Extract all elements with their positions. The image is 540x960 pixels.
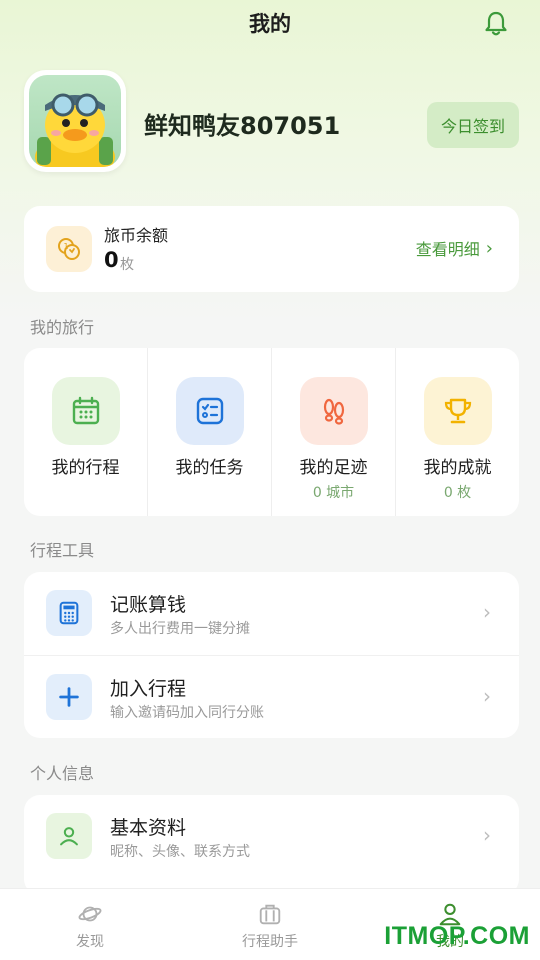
chevron-right-icon: › <box>483 684 491 708</box>
calendar-icon <box>51 377 120 445</box>
travel-item-label: 我的成就 <box>423 458 492 478</box>
tab-trip-assistant[interactable]: 行程助手 <box>180 889 360 960</box>
my-travel-card: 我的行程 我的任务 我的足迹 0 城市 我的成就 0 枚 <box>24 348 519 516</box>
plus-icon <box>46 674 92 720</box>
chevron-right-icon: › <box>485 237 493 259</box>
tool-row-join-trip[interactable]: 加入行程 输入邀请码加入同行分账 › <box>24 655 519 738</box>
duck-avatar-icon <box>29 75 121 167</box>
coin-balance-label: 旅币余额 <box>104 226 169 245</box>
tab-label: 行程助手 <box>242 934 298 950</box>
view-details-label: 查看明细 <box>415 240 480 259</box>
travel-item-footprints[interactable]: 我的足迹 0 城市 <box>272 348 396 516</box>
top-bar: 我的 <box>0 0 540 46</box>
user-icon <box>46 813 92 859</box>
travel-item-label: 我的任务 <box>175 458 244 478</box>
tool-row-expense[interactable]: 记账算钱 多人出行费用一键分摊 › <box>24 572 519 655</box>
coin-balance-unit: 枚 <box>120 257 134 273</box>
section-title-personal: 个人信息 <box>30 764 95 783</box>
chevron-right-icon: › <box>483 600 491 624</box>
tab-discover[interactable]: 发现 <box>0 889 180 960</box>
bell-icon[interactable] <box>482 10 510 38</box>
travel-item-achievements[interactable]: 我的成就 0 枚 <box>396 348 519 516</box>
coin-icon: 1 <box>46 226 92 272</box>
planet-icon <box>78 906 102 922</box>
info-row-basic-profile[interactable]: 基本资料 昵称、头像、联系方式 › <box>24 795 519 878</box>
view-details-link[interactable]: 查看明细 › <box>416 236 493 260</box>
travel-item-label: 我的足迹 <box>299 458 368 478</box>
suitcase-icon <box>259 904 281 925</box>
footprints-count: 0 城市 <box>312 485 355 501</box>
chevron-right-icon: › <box>483 823 491 847</box>
achievements-count: 0 枚 <box>443 485 472 501</box>
page-title: 我的 <box>249 12 291 36</box>
section-title-travel: 我的旅行 <box>30 318 95 337</box>
personal-info-card: 基本资料 昵称、头像、联系方式 › <box>24 795 519 895</box>
profile-header: 鲜知鸭友807051 今日签到 <box>24 70 519 174</box>
tools-card: 记账算钱 多人出行费用一键分摊 › 加入行程 输入邀请码加入同行分账 › <box>24 572 519 738</box>
trophy-icon <box>423 377 492 445</box>
user-nickname: 鲜知鸭友807051 <box>144 112 341 140</box>
tool-subtitle: 多人出行费用一键分摊 <box>110 621 250 637</box>
tab-label: 发现 <box>76 934 104 950</box>
calculator-icon <box>46 590 92 636</box>
travel-item-label: 我的行程 <box>51 458 120 478</box>
info-subtitle: 昵称、头像、联系方式 <box>110 844 250 860</box>
info-title: 基本资料 <box>110 817 187 839</box>
tool-title: 记账算钱 <box>110 594 187 616</box>
section-title-tools: 行程工具 <box>30 541 95 560</box>
coin-balance-value: 0 <box>104 248 119 272</box>
tool-title: 加入行程 <box>110 678 187 700</box>
site-watermark: ITMOP.COM <box>384 922 530 950</box>
tool-subtitle: 输入邀请码加入同行分账 <box>110 705 264 721</box>
avatar[interactable] <box>24 70 126 172</box>
travel-item-tasks[interactable]: 我的任务 <box>148 348 272 516</box>
travel-item-itinerary[interactable]: 我的行程 <box>24 348 148 516</box>
daily-signin-button[interactable]: 今日签到 <box>427 102 519 148</box>
coin-balance-card[interactable]: 1 旅币余额 0 枚 查看明细 › <box>24 206 519 292</box>
footprints-icon <box>299 377 368 445</box>
svg-text:1: 1 <box>63 242 68 251</box>
checklist-icon <box>175 377 244 445</box>
